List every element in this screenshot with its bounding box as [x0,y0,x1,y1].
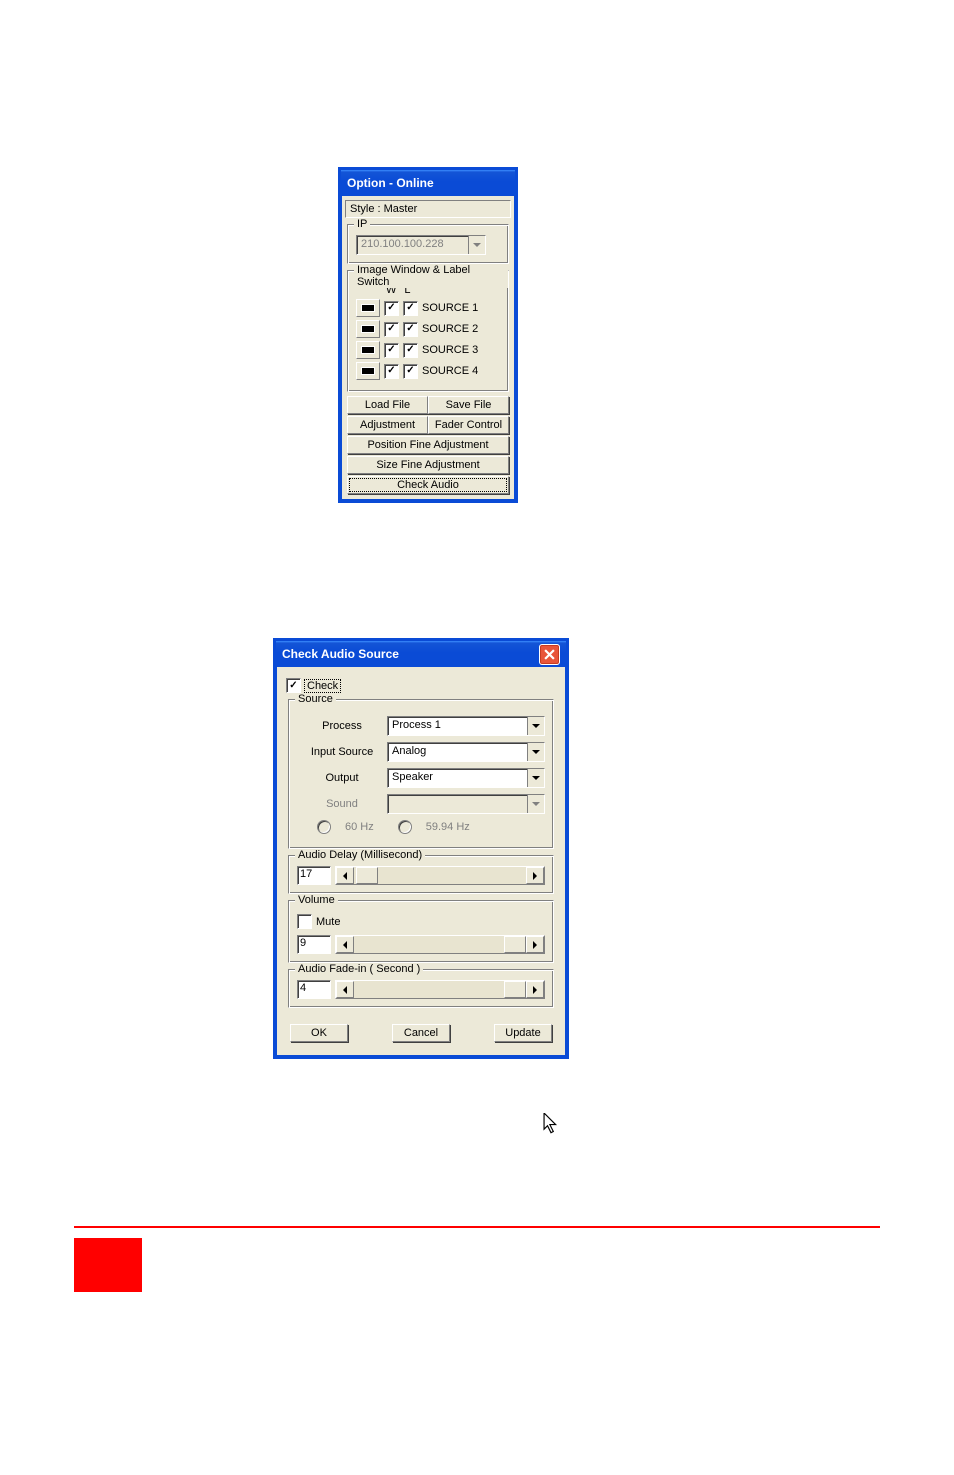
fade-legend: Audio Fade-in ( Second ) [295,963,423,975]
check-audio-button[interactable]: Check Audio [347,476,509,494]
process-label: Process [297,720,387,732]
source1-l-checkbox[interactable] [403,301,418,316]
source-group: Source Process Process 1 Input Source An… [288,699,554,849]
load-file-button[interactable]: Load File [347,396,428,414]
close-button[interactable] [539,644,560,665]
window-title-bar[interactable]: Check Audio Source [276,641,566,667]
input-source-label: Input Source [297,746,387,758]
60hz-label: 60 Hz [345,821,374,833]
window-title: Option - Online [347,176,434,190]
chevron-down-icon [468,236,485,254]
source2-l-checkbox[interactable] [403,322,418,337]
volume-scrollbar[interactable] [335,935,545,954]
audio-delay-group: Audio Delay (Millisecond) 17 [288,855,554,894]
ip-group: IP 210.100.100.228 [347,224,509,264]
size-fine-adjustment-button[interactable]: Size Fine Adjustment [347,456,509,474]
cancel-button[interactable]: Cancel [392,1024,450,1042]
sound-combo [387,794,545,814]
switch-legend: Image Window & Label Switch [354,264,508,288]
5994hz-label: 59.94 Hz [426,821,470,833]
option-online-window: Option - Online Style : Master IP 210.10… [338,167,518,503]
red-block [74,1238,142,1292]
mute-checkbox[interactable] [297,914,312,929]
output-combo[interactable]: Speaker [387,768,545,788]
monitor-icon[interactable] [356,320,380,338]
window-title-bar[interactable]: Option - Online [341,170,515,196]
source2-label: SOURCE 2 [422,323,478,335]
ip-combo: 210.100.100.228 [356,235,486,255]
chevron-down-icon [527,795,544,813]
monitor-icon[interactable] [356,299,380,317]
position-fine-adjustment-button[interactable]: Position Fine Adjustment [347,436,509,454]
monitor-icon[interactable] [356,341,380,359]
window-title: Check Audio Source [282,647,399,661]
volume-legend: Volume [295,894,338,906]
5994hz-radio [398,820,412,834]
volume-input[interactable]: 9 [297,935,331,954]
audio-fadein-group: Audio Fade-in ( Second ) 4 [288,969,554,1008]
cursor-icon [543,1113,559,1135]
monitor-icon[interactable] [356,362,380,380]
scroll-left-button[interactable] [336,936,354,953]
scroll-left-button[interactable] [336,867,354,884]
source3-l-checkbox[interactable] [403,343,418,358]
scroll-left-button[interactable] [336,981,354,998]
scroll-right-button[interactable] [526,867,544,884]
update-button[interactable]: Update [494,1024,552,1042]
scroll-right-button[interactable] [526,936,544,953]
scroll-thumb[interactable] [356,867,378,884]
delay-scrollbar[interactable] [335,866,545,885]
check-checkbox[interactable] [286,678,301,693]
source3-w-checkbox[interactable] [384,343,399,358]
mute-label: Mute [316,916,340,928]
source4-l-checkbox[interactable] [403,364,418,379]
check-audio-source-window: Check Audio Source Check Source Process … [273,638,569,1059]
style-display: Style : Master [345,200,511,218]
adjustment-button[interactable]: Adjustment [347,416,428,434]
chevron-down-icon[interactable] [527,717,544,735]
60hz-radio [317,820,331,834]
source1-w-checkbox[interactable] [384,301,399,316]
output-label: Output [297,772,387,784]
source3-label: SOURCE 3 [422,344,478,356]
source-legend: Source [295,693,336,705]
scroll-thumb[interactable] [504,936,526,953]
source4-w-checkbox[interactable] [384,364,399,379]
source2-w-checkbox[interactable] [384,322,399,337]
delay-legend: Audio Delay (Millisecond) [295,849,425,861]
ok-button[interactable]: OK [290,1024,348,1042]
scroll-thumb[interactable] [504,981,526,998]
chevron-down-icon[interactable] [527,743,544,761]
save-file-button[interactable]: Save File [428,396,509,414]
source1-label: SOURCE 1 [422,302,478,314]
check-label: Check [305,680,340,692]
fade-scrollbar[interactable] [335,980,545,999]
chevron-down-icon[interactable] [527,769,544,787]
process-combo[interactable]: Process 1 [387,716,545,736]
sound-label: Sound [297,798,387,810]
image-window-label-switch-group: Image Window & Label Switch W L SOURCE 1… [347,270,509,392]
scroll-right-button[interactable] [526,981,544,998]
delay-input[interactable]: 17 [297,866,331,885]
divider-line [74,1226,880,1228]
volume-group: Volume Mute 9 [288,900,554,963]
fade-input[interactable]: 4 [297,980,331,999]
ip-legend: IP [354,218,370,230]
fader-control-button[interactable]: Fader Control [428,416,509,434]
input-source-combo[interactable]: Analog [387,742,545,762]
source4-label: SOURCE 4 [422,365,478,377]
